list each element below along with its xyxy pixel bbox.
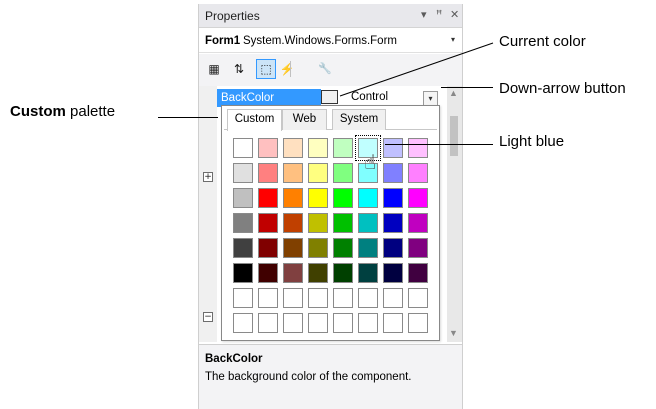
leader-line-current-color <box>339 42 494 97</box>
leader-line-current-color-svg <box>339 42 494 97</box>
